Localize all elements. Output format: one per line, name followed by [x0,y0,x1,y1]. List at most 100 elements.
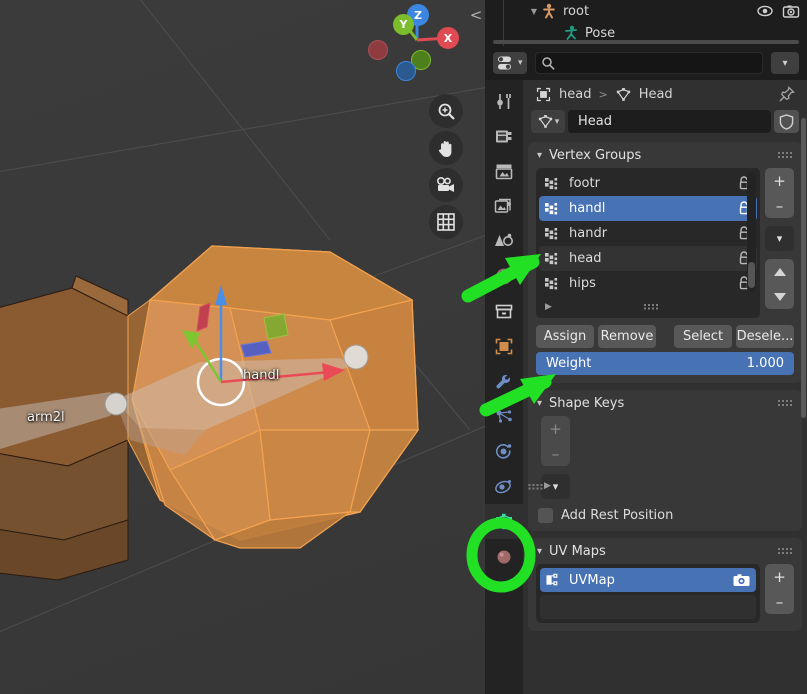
fake-user-shield-icon[interactable] [774,110,799,133]
mesh-name-input[interactable]: Head [568,110,771,133]
object-square-icon [535,86,552,103]
remove-button[interactable]: Remove [598,325,656,348]
viewport-sidebar-collapse-icon[interactable]: < [469,2,483,28]
sidebar-item-physics[interactable] [485,434,523,469]
sidebar-item-world[interactable] [485,259,523,294]
outliner-label-pose: Pose [585,25,616,41]
vertex-group-specials-menu[interactable]: ▾ [765,226,794,251]
vertex-group-list[interactable]: footr handl handr head hips ▶ [536,168,760,318]
panel-header-uv-maps[interactable]: ▾ UV Maps [528,538,802,564]
outliner-horizontal-scrollbar[interactable] [493,40,799,44]
list-item[interactable] [540,595,756,619]
add-rest-position-row[interactable]: Add Rest Position [528,499,802,523]
breadcrumb-object[interactable]: head [559,87,591,102]
pan-hand-icon[interactable] [429,131,463,165]
eye-icon[interactable] [757,5,773,17]
select-button[interactable]: Select [674,325,732,348]
sidebar-item-material[interactable] [485,539,523,574]
remove-shape-key-button[interactable]: – [541,441,570,466]
vertex-group-label: footr [569,176,600,191]
sidebar-item-scene[interactable] [485,224,523,259]
mesh-datablock-row: ▾ Head [523,108,807,135]
constraints-icon [495,480,511,494]
gizmo-axis-y[interactable]: Y [393,14,414,35]
material-sphere-icon [497,550,511,564]
sidebar-item-output[interactable] [485,154,523,189]
scrollbar-thumb[interactable] [748,262,755,288]
properties-header: ▾ ▾ [485,46,807,80]
add-rest-position-checkbox[interactable] [538,508,553,523]
sidebar-item-collection[interactable] [485,294,523,329]
properties-options-dropdown[interactable]: ▾ [771,52,799,74]
chevron-down-icon: ▾ [776,232,783,245]
sidebar-item-constraints[interactable] [485,469,523,504]
outliner-editor[interactable]: ▼ root Pose [485,0,807,46]
sidebar-item-object-data[interactable] [485,504,523,539]
breadcrumb-data[interactable]: Head [639,87,673,102]
remove-uv-map-button[interactable]: – [765,589,794,614]
remove-vertex-group-button[interactable]: – [765,193,794,218]
camera-view-icon[interactable] [429,168,463,202]
search-input[interactable] [534,52,763,74]
properties-tab-strip[interactable] [485,80,523,694]
weight-slider[interactable]: Weight 1.000 [536,352,794,375]
add-vertex-group-button[interactable]: + [765,168,794,193]
sidebar-item-tool[interactable] [485,84,523,119]
chevron-down-icon[interactable]: ▾ [537,150,542,161]
camera-icon[interactable] [733,573,750,587]
uv-map-label: UVMap [569,572,615,588]
list-item[interactable]: handl [539,196,757,221]
3d-viewport[interactable]: handl arm2l Z Y X < [0,0,485,694]
deselect-button[interactable]: Desele... [736,325,794,348]
gizmo-axis-neg-z[interactable] [396,61,416,81]
list-item[interactable]: handr [539,221,757,246]
gizmo-axis-x[interactable]: X [437,27,459,49]
list-item[interactable]: footr [539,171,757,196]
list-item[interactable]: hips [539,271,757,296]
panel-title-shape-keys: Shape Keys [549,395,625,411]
panel-header-vertex-groups[interactable]: ▾ Vertex Groups [528,142,802,168]
list-item[interactable]: head [539,246,757,271]
sidebar-item-render[interactable] [485,119,523,154]
sidebar-item-object[interactable] [485,329,523,364]
add-shape-key-button[interactable]: + [541,416,570,441]
add-uv-map-button[interactable]: + [765,564,794,589]
list-resize-grip-icon[interactable] [643,304,659,310]
vertex-group-list-area: footr handl handr head hips ▶ + – ▾ [528,168,802,318]
gizmo-axis-neg-x[interactable] [368,40,388,60]
zoom-icon[interactable] [429,94,463,128]
browse-mesh-data-button[interactable]: ▾ [531,110,565,133]
editor-type-selector[interactable]: ▾ [493,52,527,74]
chevron-down-icon[interactable]: ▼ [527,7,541,16]
vertex-group-list-scrollbar[interactable] [747,172,756,292]
properties-vertical-scrollbar[interactable] [801,118,806,418]
panel-grip-icon [778,151,793,160]
toggle-ortho-grid-icon[interactable] [429,205,463,239]
weight-label: Weight [546,356,592,371]
expand-filter-icon[interactable]: ▶ [545,302,552,312]
outliner-row-root[interactable]: ▼ root [485,0,807,22]
move-vertex-group-up-button[interactable] [765,259,794,284]
assign-button[interactable]: Assign [536,325,594,348]
chevron-down-icon[interactable]: ▾ [537,546,542,557]
camera-icon[interactable] [782,5,800,18]
vertex-group-icon [545,177,561,191]
breadcrumb: head > Head [523,80,807,108]
chevron-down-icon[interactable]: ▾ [537,398,542,409]
expand-filter-icon[interactable]: ▶ [544,481,551,491]
list-filter-row[interactable]: ▶ [539,296,757,318]
triangle-down-icon [773,292,786,301]
list-item[interactable]: UVMap [540,568,756,592]
panel-header-shape-keys[interactable]: ▾ Shape Keys [528,390,802,416]
panel-grip-icon [778,399,793,408]
move-vertex-group-down-button[interactable] [765,284,794,309]
list-resize-grip-icon[interactable] [528,484,544,490]
uv-map-list[interactable]: UVMap [536,564,760,623]
navigation-gizmo[interactable]: Z Y X [368,2,459,81]
pin-icon[interactable] [778,85,795,103]
sidebar-item-modifiers[interactable] [485,364,523,399]
render-camera-icon [496,130,512,143]
sidebar-item-view-layer[interactable] [485,189,523,224]
mesh-object-head[interactable] [0,0,485,694]
sidebar-item-particles[interactable] [485,399,523,434]
